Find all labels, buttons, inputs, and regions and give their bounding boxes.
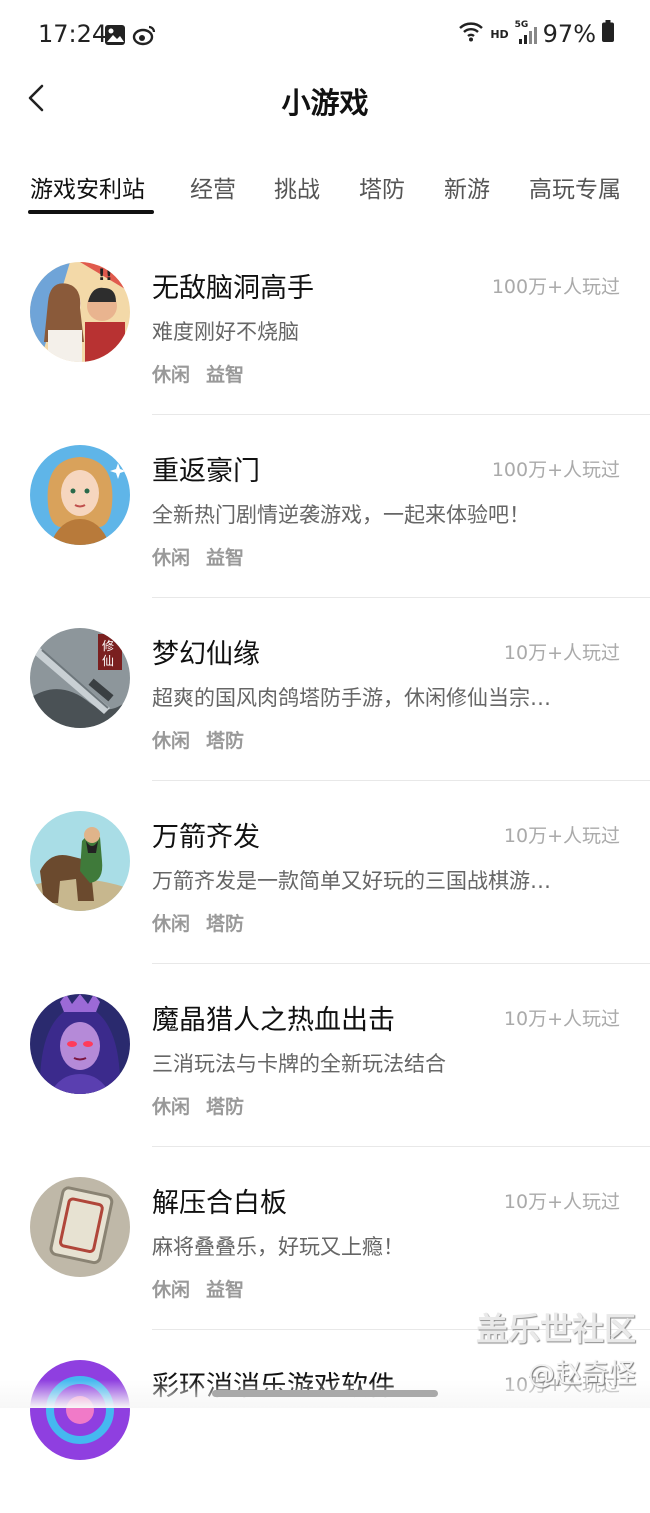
game-tag: 休闲 [152, 1279, 191, 1301]
game-name: 无敌脑洞高手 [152, 273, 314, 304]
network-badge: HD [490, 27, 509, 41]
game-description: 三消玩法与卡牌的全新玩法结合 [152, 1052, 446, 1076]
game-avatar [30, 1177, 130, 1277]
game-tag: 休闲 [152, 547, 191, 569]
game-description: 难度刚好不烧脑 [152, 320, 299, 344]
game-avatar [30, 811, 130, 911]
game-tags: 休闲 塔防 [152, 909, 260, 936]
play-count: 100万+人玩过 [491, 276, 620, 298]
nav-bar: 小游戏 [0, 70, 650, 130]
gallery-icon [104, 24, 126, 50]
watermark-community: 盖乐世社区 [475, 1310, 636, 1348]
game-name: 魔晶猎人之热血出击 [152, 1005, 395, 1036]
game-tag: 塔防 [206, 913, 245, 935]
game-tag: 塔防 [206, 1096, 245, 1118]
game-description: 万箭齐发是一款简单又好玩的三国战棋游… [152, 869, 551, 893]
play-count: 100万+人玩过 [491, 459, 620, 481]
page-title: 小游戏 [281, 86, 369, 120]
svg-text:仙: 仙 [102, 654, 114, 668]
category-tabs: 游戏安利站 经营 挑战 塔防 新游 高玩专属 [0, 170, 650, 220]
game-item[interactable]: !! 无敌脑洞高手 100万+人玩过 难度刚好不烧脑 休闲 益智 [0, 232, 650, 415]
game-tag: 益智 [206, 1279, 245, 1301]
svg-text:修: 修 [102, 638, 114, 653]
game-tag: 休闲 [152, 364, 191, 386]
game-name: 梦幻仙缘 [152, 639, 260, 670]
play-count: 10万+人玩过 [503, 1008, 620, 1030]
game-item[interactable]: 修仙 梦幻仙缘 10万+人玩过 超爽的国风肉鸽塔防手游，休闲修仙当宗… 休闲 塔防 [0, 598, 650, 781]
active-tab-underline [28, 210, 154, 214]
game-item[interactable]: 万箭齐发 10万+人玩过 万箭齐发是一款简单又好玩的三国战棋游… 休闲 塔防 [0, 781, 650, 964]
play-count: 10万+人玩过 [503, 642, 620, 664]
tab-business[interactable]: 经营 [190, 170, 236, 204]
game-avatar [30, 1360, 130, 1460]
svg-text:!!: !! [98, 265, 113, 284]
signal-icon: 5G [515, 20, 537, 46]
game-item[interactable]: 魔晶猎人之热血出击 10万+人玩过 三消玩法与卡牌的全新玩法结合 休闲 塔防 [0, 964, 650, 1147]
wifi-icon [458, 20, 484, 48]
game-name: 解压合白板 [152, 1188, 287, 1219]
game-name: 万箭齐发 [152, 822, 260, 853]
tab-pro-players[interactable]: 高玩专属 [529, 170, 621, 204]
game-item[interactable]: 解压合白板 10万+人玩过 麻将叠叠乐，好玩又上瘾！ 休闲 益智 [0, 1147, 650, 1330]
watermark: 盖乐世社区 @赵奇怪 [476, 1304, 636, 1391]
game-tags: 休闲 益智 [152, 360, 260, 387]
tab-game-recommend[interactable]: 游戏安利站 [30, 170, 145, 204]
battery-text: 97% [542, 20, 596, 48]
game-tags: 休闲 塔防 [152, 1092, 260, 1119]
game-tag: 益智 [206, 547, 245, 569]
game-tags: 休闲 益智 [152, 1275, 260, 1302]
game-tag: 塔防 [206, 730, 245, 752]
game-tag: 休闲 [152, 730, 191, 752]
game-name: 重返豪门 [152, 456, 260, 487]
status-right: HD 5G 97% [458, 20, 614, 48]
game-tags: 休闲 益智 [152, 543, 260, 570]
tab-tower-defense[interactable]: 塔防 [359, 170, 405, 204]
tab-new-games[interactable]: 新游 [444, 170, 490, 204]
game-tag: 休闲 [152, 1096, 191, 1118]
game-tag: 休闲 [152, 913, 191, 935]
game-description: 超爽的国风肉鸽塔防手游，休闲修仙当宗… [152, 686, 551, 710]
game-tags: 休闲 塔防 [152, 726, 260, 753]
game-avatar: 修仙 [30, 628, 130, 728]
play-count: 10万+人玩过 [503, 1191, 620, 1213]
tab-challenge[interactable]: 挑战 [274, 170, 320, 204]
game-description: 麻将叠叠乐，好玩又上瘾！ [152, 1235, 404, 1259]
battery-icon [602, 20, 614, 48]
game-tag: 益智 [206, 364, 245, 386]
play-count: 10万+人玩过 [503, 825, 620, 847]
game-item[interactable]: 重返豪门 100万+人玩过 全新热门剧情逆袭游戏，一起来体验吧！ 休闲 益智 [0, 415, 650, 598]
game-description: 全新热门剧情逆袭游戏，一起来体验吧！ [152, 503, 530, 527]
status-time: 17:24 [38, 20, 108, 48]
game-avatar [30, 994, 130, 1094]
status-bar: 17:24 HD 5G 97% [0, 0, 650, 70]
game-avatar [30, 445, 130, 545]
home-indicator[interactable] [212, 1390, 438, 1397]
game-avatar: !! [30, 262, 130, 362]
weibo-icon [132, 24, 156, 50]
watermark-author: @赵奇怪 [528, 1359, 636, 1390]
